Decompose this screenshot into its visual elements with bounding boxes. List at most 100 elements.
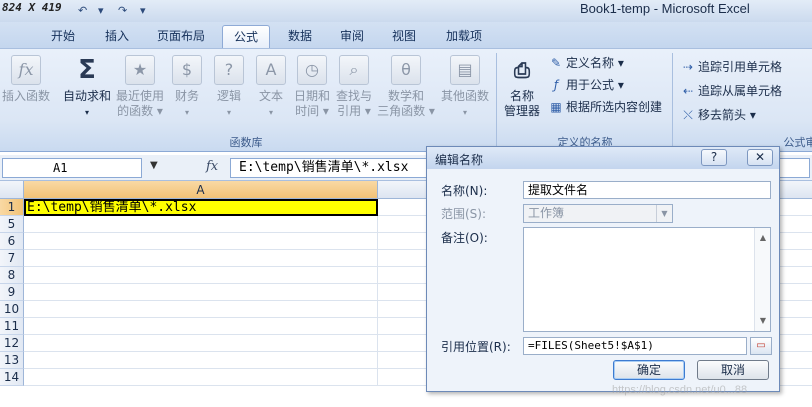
group-separator	[672, 53, 673, 151]
use-in-formula-icon: ƒ	[553, 78, 559, 92]
tab-formulas[interactable]: 公式	[222, 25, 270, 48]
collapse-dialog-icon[interactable]: ▭	[750, 337, 772, 355]
trace-precedents-icon: ⇢	[682, 60, 694, 74]
chevron-down-icon: ▼	[656, 205, 672, 222]
column-header-a[interactable]: A	[24, 181, 378, 199]
refers-to-label: 引用位置(R):	[441, 340, 511, 354]
chevron-down-icon[interactable]: ▼	[150, 160, 158, 171]
cell[interactable]	[24, 301, 378, 318]
clock-icon: ◷	[297, 55, 327, 85]
name-manager-icon: ⎙	[514, 58, 530, 82]
create-from-selection-icon: ▦	[550, 100, 562, 114]
autosum-button[interactable]: Σ 自动求和 ▾	[60, 55, 114, 120]
name-field[interactable]: 提取文件名	[523, 181, 771, 199]
row-header[interactable]: 13	[0, 352, 24, 369]
row-header[interactable]: 7	[0, 250, 24, 267]
help-button[interactable]: ?	[701, 149, 727, 166]
more-functions-icon: ▤	[450, 55, 480, 85]
undo-dropdown-icon[interactable]: ▾	[98, 3, 104, 19]
text-button[interactable]: A 文本 ▾	[254, 55, 288, 120]
row-header[interactable]: 1	[0, 199, 24, 216]
tab-data[interactable]: 数据	[278, 25, 322, 48]
logical-button[interactable]: ? 逻辑 ▾	[212, 55, 246, 120]
tab-view[interactable]: 视图	[382, 25, 426, 48]
edit-name-dialog: 编辑名称 ? ✕ 名称(N): 提取文件名 范围(S): 工作簿 ▼ 备注(O)…	[426, 146, 780, 392]
tab-insert[interactable]: 插入	[94, 25, 140, 48]
row-header[interactable]: 14	[0, 369, 24, 386]
cell-a1[interactable]: E:\temp\销售清单\*.xlsx	[24, 199, 378, 216]
ribbon: fx 插入函数 Σ 自动求和 ▾ ★ 最近使用 的函数 ▾ $ 财务 ▾ ? 逻…	[0, 48, 812, 152]
scroll-up-icon[interactable]: ▲	[755, 230, 771, 246]
define-name-icon: ✎	[550, 56, 562, 70]
row-header[interactable]: 12	[0, 335, 24, 352]
cell[interactable]	[24, 335, 378, 352]
cell[interactable]	[24, 369, 378, 386]
tab-page-layout[interactable]: 页面布局	[148, 25, 214, 48]
financial-icon: $	[172, 55, 202, 85]
name-label: 名称(N):	[441, 184, 488, 198]
select-all-corner[interactable]	[0, 181, 24, 199]
tab-home[interactable]: 开始	[40, 25, 86, 48]
undo-icon[interactable]: ↶	[78, 3, 87, 19]
row-header[interactable]: 11	[0, 318, 24, 335]
create-from-selection-button[interactable]: ▦ 根据所选内容创建	[548, 98, 662, 116]
cell[interactable]	[24, 352, 378, 369]
recent-functions-icon: ★	[125, 55, 155, 85]
cancel-button[interactable]: 取消	[697, 360, 769, 380]
theta-icon: θ	[391, 55, 421, 85]
watermark: https://blog.csdn.net/u0...88	[612, 384, 748, 396]
insert-function-button[interactable]: fx 插入函数	[0, 55, 52, 104]
lookup-reference-button[interactable]: ⌕ 查找与 引用 ▾	[334, 55, 374, 119]
use-in-formula-button[interactable]: ƒ 用于公式 ▾	[548, 76, 624, 94]
row-header[interactable]: 9	[0, 284, 24, 301]
comment-scrollbar[interactable]: ▲ ▼	[754, 228, 770, 331]
text-icon: A	[256, 55, 286, 85]
dimension-tag: 824 X 419	[2, 1, 62, 14]
financial-button[interactable]: $ 财务 ▾	[170, 55, 204, 120]
name-manager-button[interactable]: ⎙ 名称 管理器	[500, 55, 544, 119]
tab-add-ins[interactable]: 加载项	[434, 25, 494, 48]
qat-customize-icon[interactable]: ▾	[140, 3, 146, 19]
fx-icon[interactable]: fx	[206, 159, 218, 174]
remove-arrows-icon: ⤬	[683, 108, 693, 122]
tab-review[interactable]: 审阅	[330, 25, 374, 48]
function-library-group-label: 函数库	[229, 136, 263, 149]
formula-auditing-group-label: 公式审	[783, 136, 812, 149]
cell[interactable]	[24, 267, 378, 284]
row-header[interactable]: 6	[0, 233, 24, 250]
define-name-button[interactable]: ✎ 定义名称 ▾	[548, 54, 624, 72]
name-box[interactable]: A1	[2, 158, 142, 178]
dialog-title: 编辑名称	[435, 153, 484, 167]
window-title: Book1-temp - Microsoft Excel	[580, 1, 750, 16]
trace-precedents-button[interactable]: ⇢ 追踪引用单元格	[680, 58, 782, 76]
refers-to-input[interactable]: =FILES(Sheet5!$A$1)	[523, 337, 747, 355]
trace-dependents-icon: ⇠	[682, 84, 694, 98]
sigma-icon: Σ	[78, 55, 96, 85]
row-header[interactable]: 8	[0, 267, 24, 284]
cell[interactable]	[24, 318, 378, 335]
dialog-title-bar[interactable]: 编辑名称 ? ✕	[427, 147, 779, 169]
cell[interactable]	[24, 216, 378, 233]
more-functions-button[interactable]: ▤ 其他函数 ▾	[438, 55, 492, 120]
remove-arrows-button[interactable]: ⤬ 移去箭头 ▾	[680, 106, 756, 124]
close-button[interactable]: ✕	[747, 149, 773, 166]
recently-used-button[interactable]: ★ 最近使用 的函数 ▾	[114, 55, 166, 119]
cell[interactable]	[24, 250, 378, 267]
logical-icon: ?	[214, 55, 244, 85]
row-header[interactable]: 10	[0, 301, 24, 318]
group-separator	[496, 53, 497, 151]
fx-icon: fx	[11, 55, 41, 85]
redo-icon[interactable]: ↷	[118, 3, 127, 19]
date-time-button[interactable]: ◷ 日期和 时间 ▾	[292, 55, 332, 119]
ok-button[interactable]: 确定	[613, 360, 685, 380]
ribbon-tabs: 开始 插入 页面布局 公式 数据 审阅 视图 加载项	[0, 22, 812, 48]
scope-label: 范围(S):	[441, 207, 487, 221]
row-header[interactable]: 5	[0, 216, 24, 233]
scope-select[interactable]: 工作簿 ▼	[523, 204, 673, 223]
trace-dependents-button[interactable]: ⇠ 追踪从属单元格	[680, 82, 782, 100]
scroll-down-icon[interactable]: ▼	[755, 313, 771, 329]
math-trig-button[interactable]: θ 数学和 三角函数 ▾	[376, 55, 436, 119]
cell[interactable]	[24, 233, 378, 250]
comment-textarea[interactable]: ▲ ▼	[523, 227, 771, 332]
cell[interactable]	[24, 284, 378, 301]
